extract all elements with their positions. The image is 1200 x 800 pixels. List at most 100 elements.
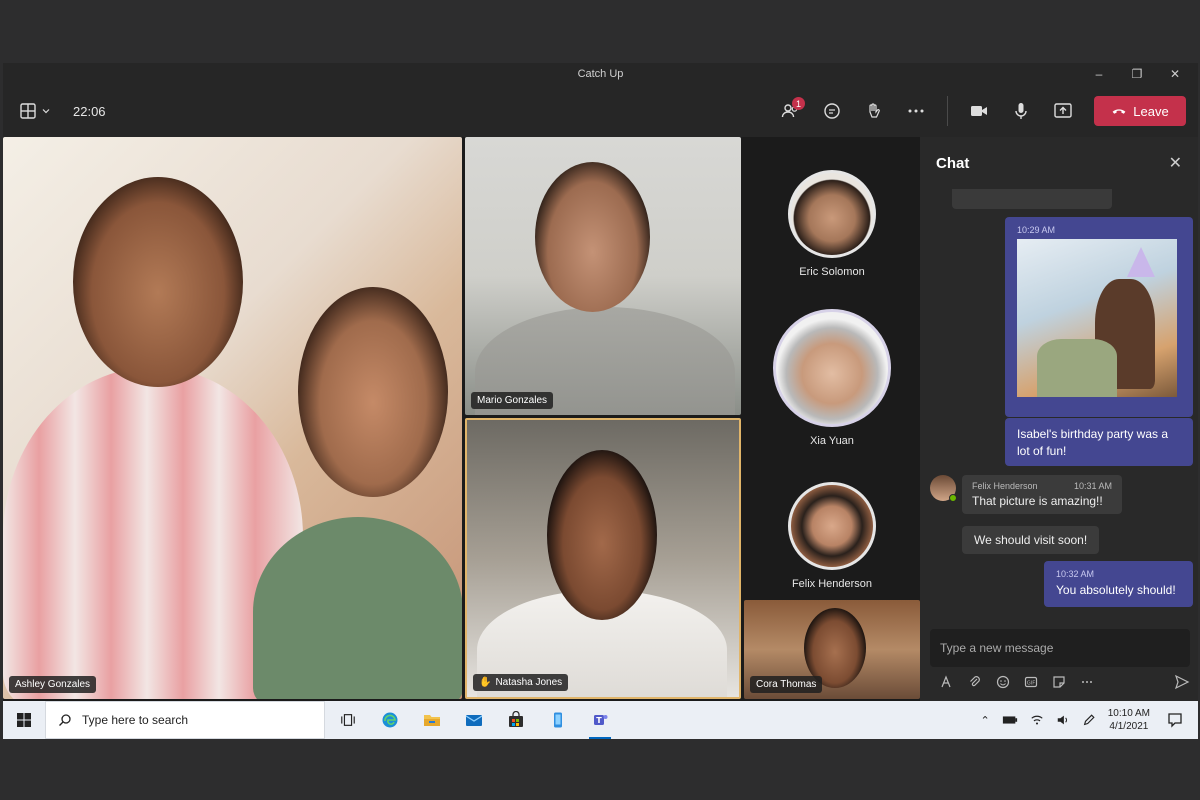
message-time: 10:31 AM [1073,481,1112,491]
chat-title: Chat [936,154,970,172]
wifi-icon[interactable] [1030,713,1044,727]
more-icon[interactable] [1080,675,1094,689]
close-window-button[interactable]: ✕ [1156,63,1194,85]
battery-icon[interactable] [1002,715,1018,725]
message-text: You absolutely should! [1056,583,1176,597]
camera-icon [971,106,987,116]
search-icon [59,714,71,726]
participant-name: Mario Gonzales [477,395,548,406]
name-tag: Ashley Gonzales [9,676,97,693]
incoming-message[interactable]: Felix Henderson 10:31 AM That picture is… [962,475,1122,514]
avatar [930,475,957,502]
close-chat-button[interactable]: ✕ [1169,153,1182,173]
raised-hand-indicator-icon: ✋ [479,677,492,688]
chat-panel: Chat ✕ 10:29 AM Isabel's birthday party … [920,137,1198,701]
store-icon[interactable] [503,707,529,733]
roster-item-xia-yuan[interactable]: Xia Yuan [744,309,920,447]
taskbar-search[interactable]: Type here to search [45,701,325,739]
emoji-icon[interactable] [996,675,1010,689]
windows-taskbar: Type here to search T ⌃ 10:10 AM 4/1/202… [3,701,1198,739]
pen-icon[interactable] [1082,713,1096,727]
clock-date: 4/1/2021 [1109,721,1149,732]
message-text: Isabel's birthday party was a lot of fun… [1017,427,1169,458]
roster-name: Xia Yuan [810,435,854,447]
chevron-down-icon [42,109,50,114]
sender-name: Felix Henderson [972,481,1038,491]
toolbar-divider [947,96,948,126]
compose-placeholder: Type a new message [940,641,1054,655]
minimize-button[interactable]: – [1080,63,1118,85]
raise-hand-button[interactable] [857,94,891,128]
windows-logo-icon [17,713,31,727]
share-screen-button[interactable] [1046,94,1080,128]
name-tag: ✋ Natasha Jones [473,674,569,691]
avatar [788,482,876,570]
previous-message-fragment [952,189,1112,209]
chat-button[interactable] [815,94,849,128]
video-tile-ashley-gonzales[interactable]: Ashley Gonzales [3,137,462,699]
file-explorer-icon[interactable] [419,707,445,733]
layout-button[interactable] [19,102,51,120]
system-tray: ⌃ 10:10 AM 4/1/2021 [981,701,1198,739]
search-placeholder: Type here to search [82,713,189,727]
camera-button[interactable] [962,94,996,128]
message-text: We should visit soon! [974,533,1088,547]
mail-icon[interactable] [461,707,487,733]
roster-name: Eric Solomon [799,266,865,278]
clock-time: 10:10 AM [1107,708,1150,719]
avatar [788,170,876,258]
roster-name: Felix Henderson [791,578,873,590]
window-title: Catch Up [577,68,624,80]
shared-photo[interactable] [1017,239,1177,397]
compose-toolbar: GIF [940,675,1180,689]
task-view-icon[interactable] [335,707,361,733]
microphone-button[interactable] [1004,94,1038,128]
roster-item-eric-solomon[interactable]: Eric Solomon [744,170,920,278]
share-screen-icon [1054,103,1072,118]
sticker-icon[interactable] [1052,675,1066,689]
avatar [773,309,891,427]
participants-button[interactable]: 1 [773,94,807,128]
show-hidden-icons-icon[interactable]: ⌃ [981,714,990,727]
notifications-button[interactable] [1162,712,1188,728]
video-tile-mario-gonzales[interactable]: Mario Gonzales [465,137,741,415]
incoming-message[interactable]: We should visit soon! [962,526,1100,554]
leave-button[interactable]: Leave [1094,96,1186,126]
participant-name: Natasha Jones [495,677,563,688]
compose-input[interactable]: Type a new message [930,629,1190,667]
message-text: That picture is amazing!! [972,494,1103,508]
raise-hand-icon [869,103,880,118]
notification-icon [1168,713,1182,728]
edge-icon[interactable] [377,707,403,733]
name-tag: Mario Gonzales [471,392,554,409]
my-text-message[interactable]: 10:32 AM You absolutely should! [1044,561,1193,607]
gif-icon[interactable]: GIF [1024,675,1038,689]
title-bar: Catch Up – ❐ ✕ [3,63,1198,85]
attach-icon[interactable] [968,675,982,689]
message-time: 10:32 AM [1056,569,1095,579]
video-tile-natasha-jones[interactable]: ✋ Natasha Jones [465,418,741,699]
roster-item-felix-henderson[interactable]: Felix Henderson [744,482,920,590]
my-text-message[interactable]: Isabel's birthday party was a lot of fun… [1005,418,1193,466]
presence-available-icon [949,494,957,502]
teams-icon[interactable]: T [587,707,613,739]
restore-button[interactable]: ❐ [1118,63,1156,85]
taskbar-apps: T [335,707,613,739]
start-button[interactable] [3,701,45,739]
participant-roster: Eric Solomon Xia Yuan Felix Henderson [744,137,920,597]
incoming-message-group: Felix Henderson 10:31 AM That picture is… [930,475,1122,514]
format-icon[interactable] [940,675,954,689]
phone-hangup-icon [1112,109,1126,114]
clock[interactable]: 10:10 AM 4/1/2021 [1108,707,1150,733]
send-icon [1174,674,1190,690]
phone-link-icon[interactable] [545,707,571,733]
participant-name: Cora Thomas [756,679,817,690]
volume-icon[interactable] [1056,713,1070,727]
teams-window: Catch Up – ❐ ✕ 22:06 1 Leave Ashley Gonz… [3,63,1198,739]
my-image-message[interactable]: 10:29 AM [1005,217,1193,417]
more-actions-button[interactable] [899,94,933,128]
send-button[interactable] [1174,674,1190,695]
participants-badge: 1 [792,97,805,110]
video-stage: Ashley Gonzales Mario Gonzales ✋ Natasha… [3,137,920,701]
video-tile-cora-thomas[interactable]: Cora Thomas [744,600,920,699]
